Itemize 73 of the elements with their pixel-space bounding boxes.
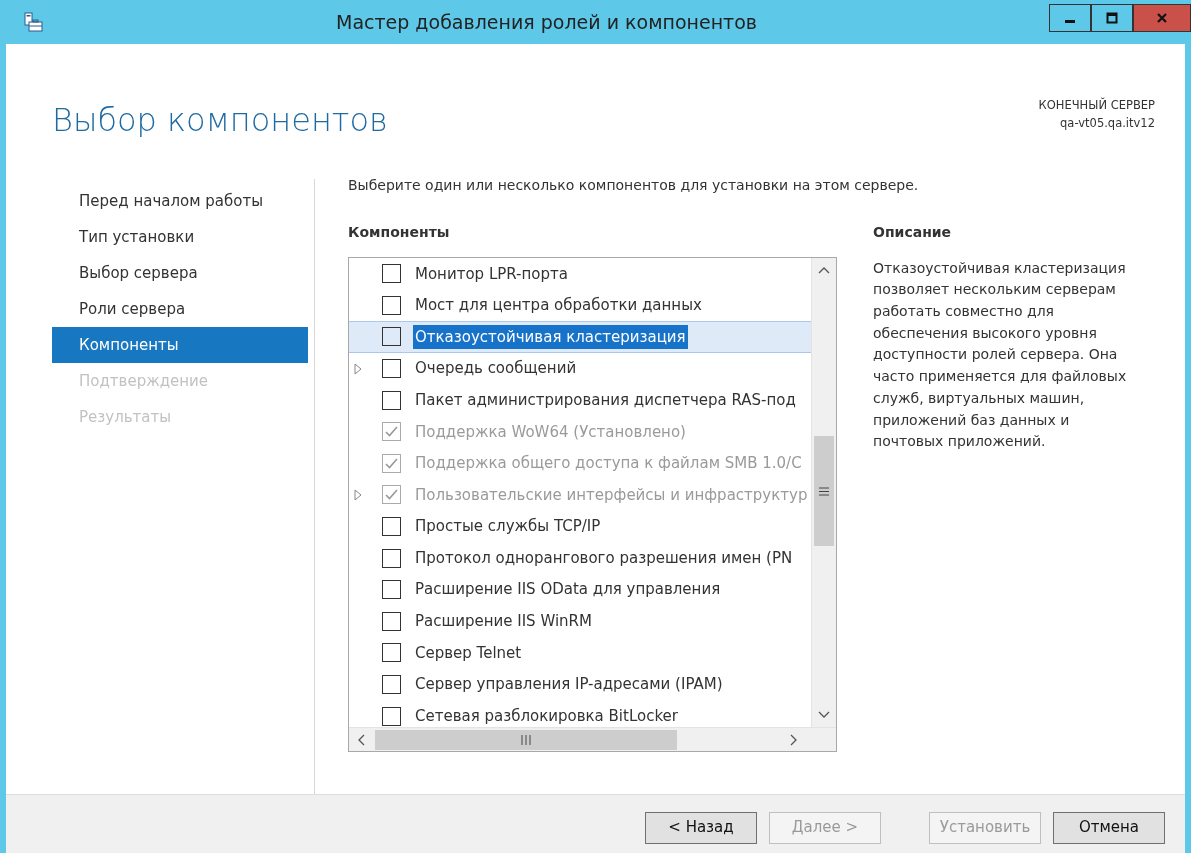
server-name: qa-vt05.qa.itv12 — [1059, 115, 1155, 133]
feature-label: Очередь сообщений — [414, 358, 578, 380]
feature-label: Расширение IIS OData для управления — [414, 579, 722, 601]
feature-row[interactable]: Расширение IIS WinRM — [349, 605, 811, 638]
feature-label: Сетевая разблокировка BitLocker — [414, 705, 679, 727]
checkbox[interactable] — [382, 548, 401, 568]
maximize-button[interactable] — [1091, 4, 1133, 32]
minimize-icon — [1065, 20, 1075, 23]
feature-label: Пользовательские интерфейсы и инфраструктур — [414, 484, 809, 506]
feature-row[interactable]: Отказоустойчивая кластеризация — [349, 321, 811, 353]
feature-label: Поддержка общего доступа к файлам SMB 1.0/С — [414, 453, 803, 475]
wizard-step[interactable]: Тип установки — [52, 219, 308, 255]
feature-row[interactable]: Мост для центра обработки данных — [349, 289, 811, 322]
checkbox[interactable] — [382, 706, 401, 726]
feature-label: Протокол однорангового разрешения имен (PN — [414, 547, 794, 569]
feature-label: Расширение IIS WinRM — [414, 611, 593, 633]
check-icon — [385, 489, 398, 501]
feature-row[interactable]: Сервер управления IP-адресами (IPAM) — [349, 668, 811, 701]
expand-icon[interactable] — [354, 362, 362, 375]
checkbox[interactable] — [382, 643, 401, 663]
feature-row[interactable]: Очередь сообщений — [349, 352, 811, 385]
wizard-step[interactable]: Перед началом работы — [52, 183, 308, 219]
maximize-icon — [1106, 12, 1118, 24]
feature-row[interactable]: Сервер Telnet — [349, 637, 811, 669]
description-text: Отказоустойчивая кластеризация позволяет нескольким серверам работать совместно для обеспечения высокого уровня доступности ролей сервера. Она часто применяется для файловых служб, виртуальных машин, приложений баз данных и почтовых приложений. — [873, 258, 1128, 452]
wizard-step[interactable]: Роли сервера — [52, 291, 308, 327]
grip-icon — [521, 734, 531, 745]
checkbox[interactable] — [382, 327, 401, 347]
feature-label: Пакет администрирования диспетчера RAS-под — [414, 389, 797, 411]
minimize-button[interactable] — [1049, 4, 1091, 32]
feature-row[interactable]: Простые службы TCP/IP — [349, 510, 811, 543]
feature-label: Поддержка WoW64 (Установлено) — [414, 421, 687, 443]
wizard-button[interactable]: Отмена — [1053, 811, 1165, 844]
feature-label: Отказоустойчивая кластеризация — [413, 324, 688, 350]
checkbox[interactable] — [382, 264, 401, 284]
scroll-thumb[interactable] — [375, 729, 677, 750]
checkbox[interactable] — [382, 295, 401, 315]
close-icon — [1156, 12, 1168, 24]
wizard-step[interactable]: Выбор сервера — [52, 255, 308, 291]
checkbox[interactable] — [382, 580, 401, 600]
check-icon — [385, 457, 398, 469]
scroll-right-icon[interactable] — [790, 733, 798, 746]
scroll-thumb[interactable] — [814, 436, 834, 546]
wizard-button[interactable]: < Назад — [645, 811, 757, 844]
feature-row[interactable]: Расширение IIS OData для управления — [349, 573, 811, 606]
feature-row[interactable]: Сетевая разблокировка BitLocker — [349, 700, 811, 727]
feature-row[interactable]: Пакет администрирования диспетчера RAS-под — [349, 384, 811, 416]
feature-label: Сервер Telnet — [414, 642, 523, 664]
feature-label: Сервер управления IP-адресами (IPAM) — [414, 674, 724, 696]
description-heading: Описание — [873, 223, 953, 242]
window-title: Мастер добавления ролей и компонентов — [335, 9, 758, 35]
feature-label: Простые службы TCP/IP — [414, 516, 602, 538]
feature-label: Монитор LPR-порта — [414, 263, 569, 285]
check-icon — [385, 426, 398, 438]
checkbox[interactable] — [382, 675, 401, 694]
feature-label: Мост для центра обработки данных — [414, 295, 703, 317]
checkbox[interactable] — [382, 517, 401, 537]
app-icon — [22, 11, 44, 33]
feature-row[interactable]: Монитор LPR-порта — [349, 258, 811, 290]
checkbox[interactable] — [382, 390, 401, 410]
scroll-left-icon[interactable] — [357, 733, 365, 746]
instruction-text: Выберите один или несколько компонентов для установки на этом сервере. — [348, 176, 920, 195]
checkbox[interactable] — [382, 359, 401, 379]
grip-icon — [819, 486, 829, 496]
scroll-up-icon[interactable] — [818, 266, 830, 274]
checkbox[interactable] — [382, 611, 401, 631]
scroll-down-icon[interactable] — [818, 711, 830, 719]
features-heading: Компоненты — [348, 223, 451, 242]
wizard-step[interactable]: Компоненты — [52, 327, 308, 363]
feature-row[interactable]: Протокол однорангового разрешения имен (PN — [349, 542, 811, 574]
page-title: Выбор компонентов — [52, 100, 388, 141]
close-button[interactable] — [1133, 4, 1191, 32]
destination-label: КОНЕЧНЫЙ СЕРВЕР — [1038, 96, 1155, 114]
